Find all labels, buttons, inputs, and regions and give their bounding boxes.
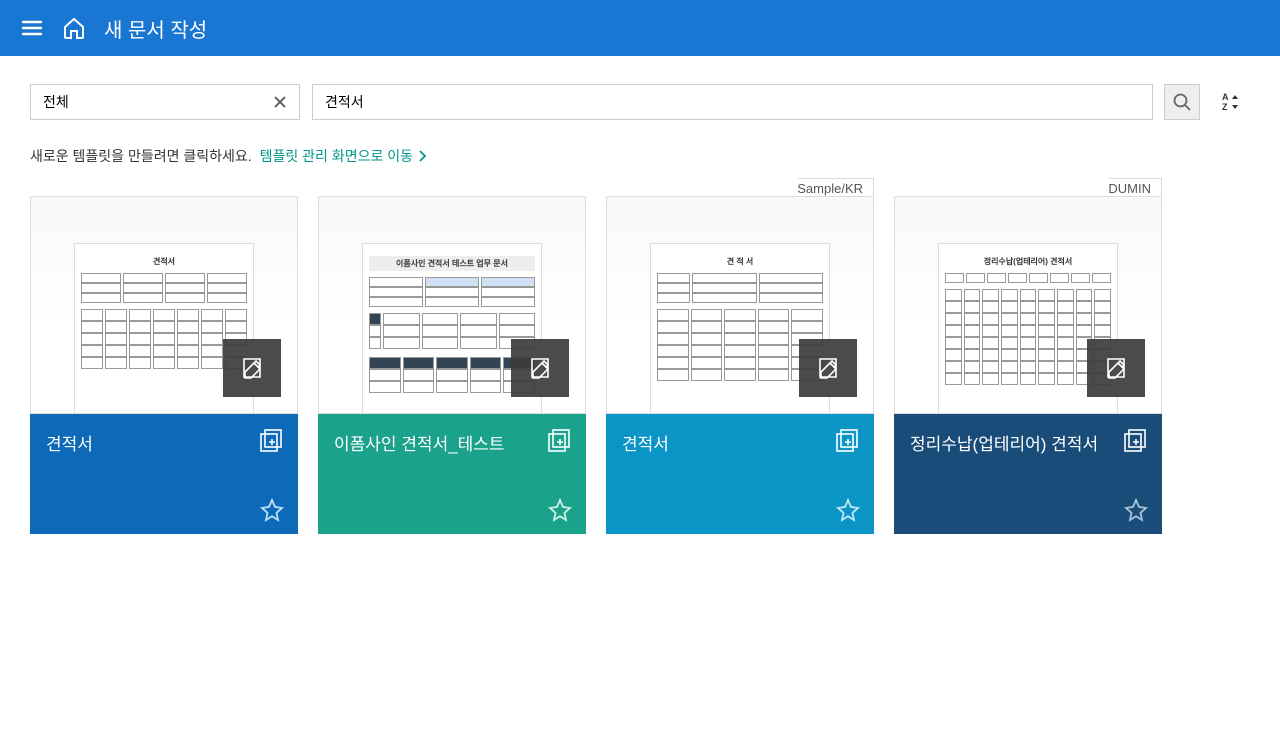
search-input[interactable]	[325, 94, 1140, 110]
toolbar: 전체 A Z	[0, 56, 1280, 120]
edit-template-button[interactable]	[223, 339, 281, 397]
card-footer: 이폼사인 견적서_테스트	[318, 414, 586, 534]
svg-text:A: A	[1222, 92, 1229, 102]
template-tag: DUMIN	[1097, 178, 1162, 198]
app-header: 새 문서 작성	[0, 0, 1280, 56]
svg-text:Z: Z	[1222, 102, 1228, 112]
template-title: 견적서	[622, 430, 858, 455]
favorite-icon[interactable]	[260, 498, 284, 522]
sort-button[interactable]: A Z	[1212, 87, 1250, 117]
home-icon[interactable]	[62, 16, 86, 40]
template-card[interactable]: 견적서 견적서	[30, 196, 298, 534]
edit-template-button[interactable]	[799, 339, 857, 397]
template-title: 이폼사인 견적서_테스트	[334, 430, 570, 455]
edit-icon	[526, 354, 554, 382]
template-card[interactable]: 이폼사인 견적서 테스트 업무 문서 이폼사인	[318, 196, 586, 534]
card-footer: 견적서	[30, 414, 298, 534]
edit-icon	[238, 354, 266, 382]
filter-value: 전체	[43, 92, 69, 112]
hint-text: 새로운 템플릿을 만들려면 클릭하세요.	[30, 146, 252, 166]
page-title: 새 문서 작성	[104, 14, 207, 43]
search-box	[312, 84, 1153, 120]
template-grid: 견적서 견적서	[0, 176, 1280, 554]
menu-icon[interactable]	[20, 16, 44, 40]
hint-link-label: 템플릿 관리 화면으로 이동	[260, 146, 413, 166]
edit-template-button[interactable]	[1087, 339, 1145, 397]
card-footer: 견적서	[606, 414, 874, 534]
edit-icon	[1102, 354, 1130, 382]
card-footer: 정리수납(업테리어) 견적서	[894, 414, 1162, 534]
favorite-icon[interactable]	[1124, 498, 1148, 522]
sort-icon: A Z	[1220, 91, 1242, 113]
template-preview: 정리수납(업테리어) 견적서	[894, 196, 1162, 414]
template-title: 정리수납(업테리어) 견적서	[910, 430, 1146, 455]
chevron-right-icon	[417, 150, 427, 162]
hint-row: 새로운 템플릿을 만들려면 클릭하세요. 템플릿 관리 화면으로 이동	[0, 120, 1280, 176]
edit-template-button[interactable]	[511, 339, 569, 397]
favorite-icon[interactable]	[548, 498, 572, 522]
template-tag: Sample/KR	[786, 178, 874, 198]
template-preview: 견적서	[30, 196, 298, 414]
search-icon	[1172, 92, 1192, 112]
edit-icon	[814, 354, 842, 382]
copy-icon[interactable]	[546, 428, 572, 454]
filter-dropdown[interactable]: 전체	[30, 84, 300, 120]
clear-filter-icon[interactable]	[273, 95, 287, 109]
copy-icon[interactable]	[834, 428, 860, 454]
search-button[interactable]	[1164, 84, 1200, 120]
template-preview: 견 적 서	[606, 196, 874, 414]
favorite-icon[interactable]	[836, 498, 860, 522]
template-card[interactable]: Sample/KR 견 적 서	[606, 196, 874, 534]
template-title: 견적서	[46, 430, 282, 455]
template-preview: 이폼사인 견적서 테스트 업무 문서	[318, 196, 586, 414]
template-manage-link[interactable]: 템플릿 관리 화면으로 이동	[260, 146, 427, 166]
template-card[interactable]: DUMIN 정리수납(업테리어) 견적서	[894, 196, 1162, 534]
copy-icon[interactable]	[1122, 428, 1148, 454]
copy-icon[interactable]	[258, 428, 284, 454]
